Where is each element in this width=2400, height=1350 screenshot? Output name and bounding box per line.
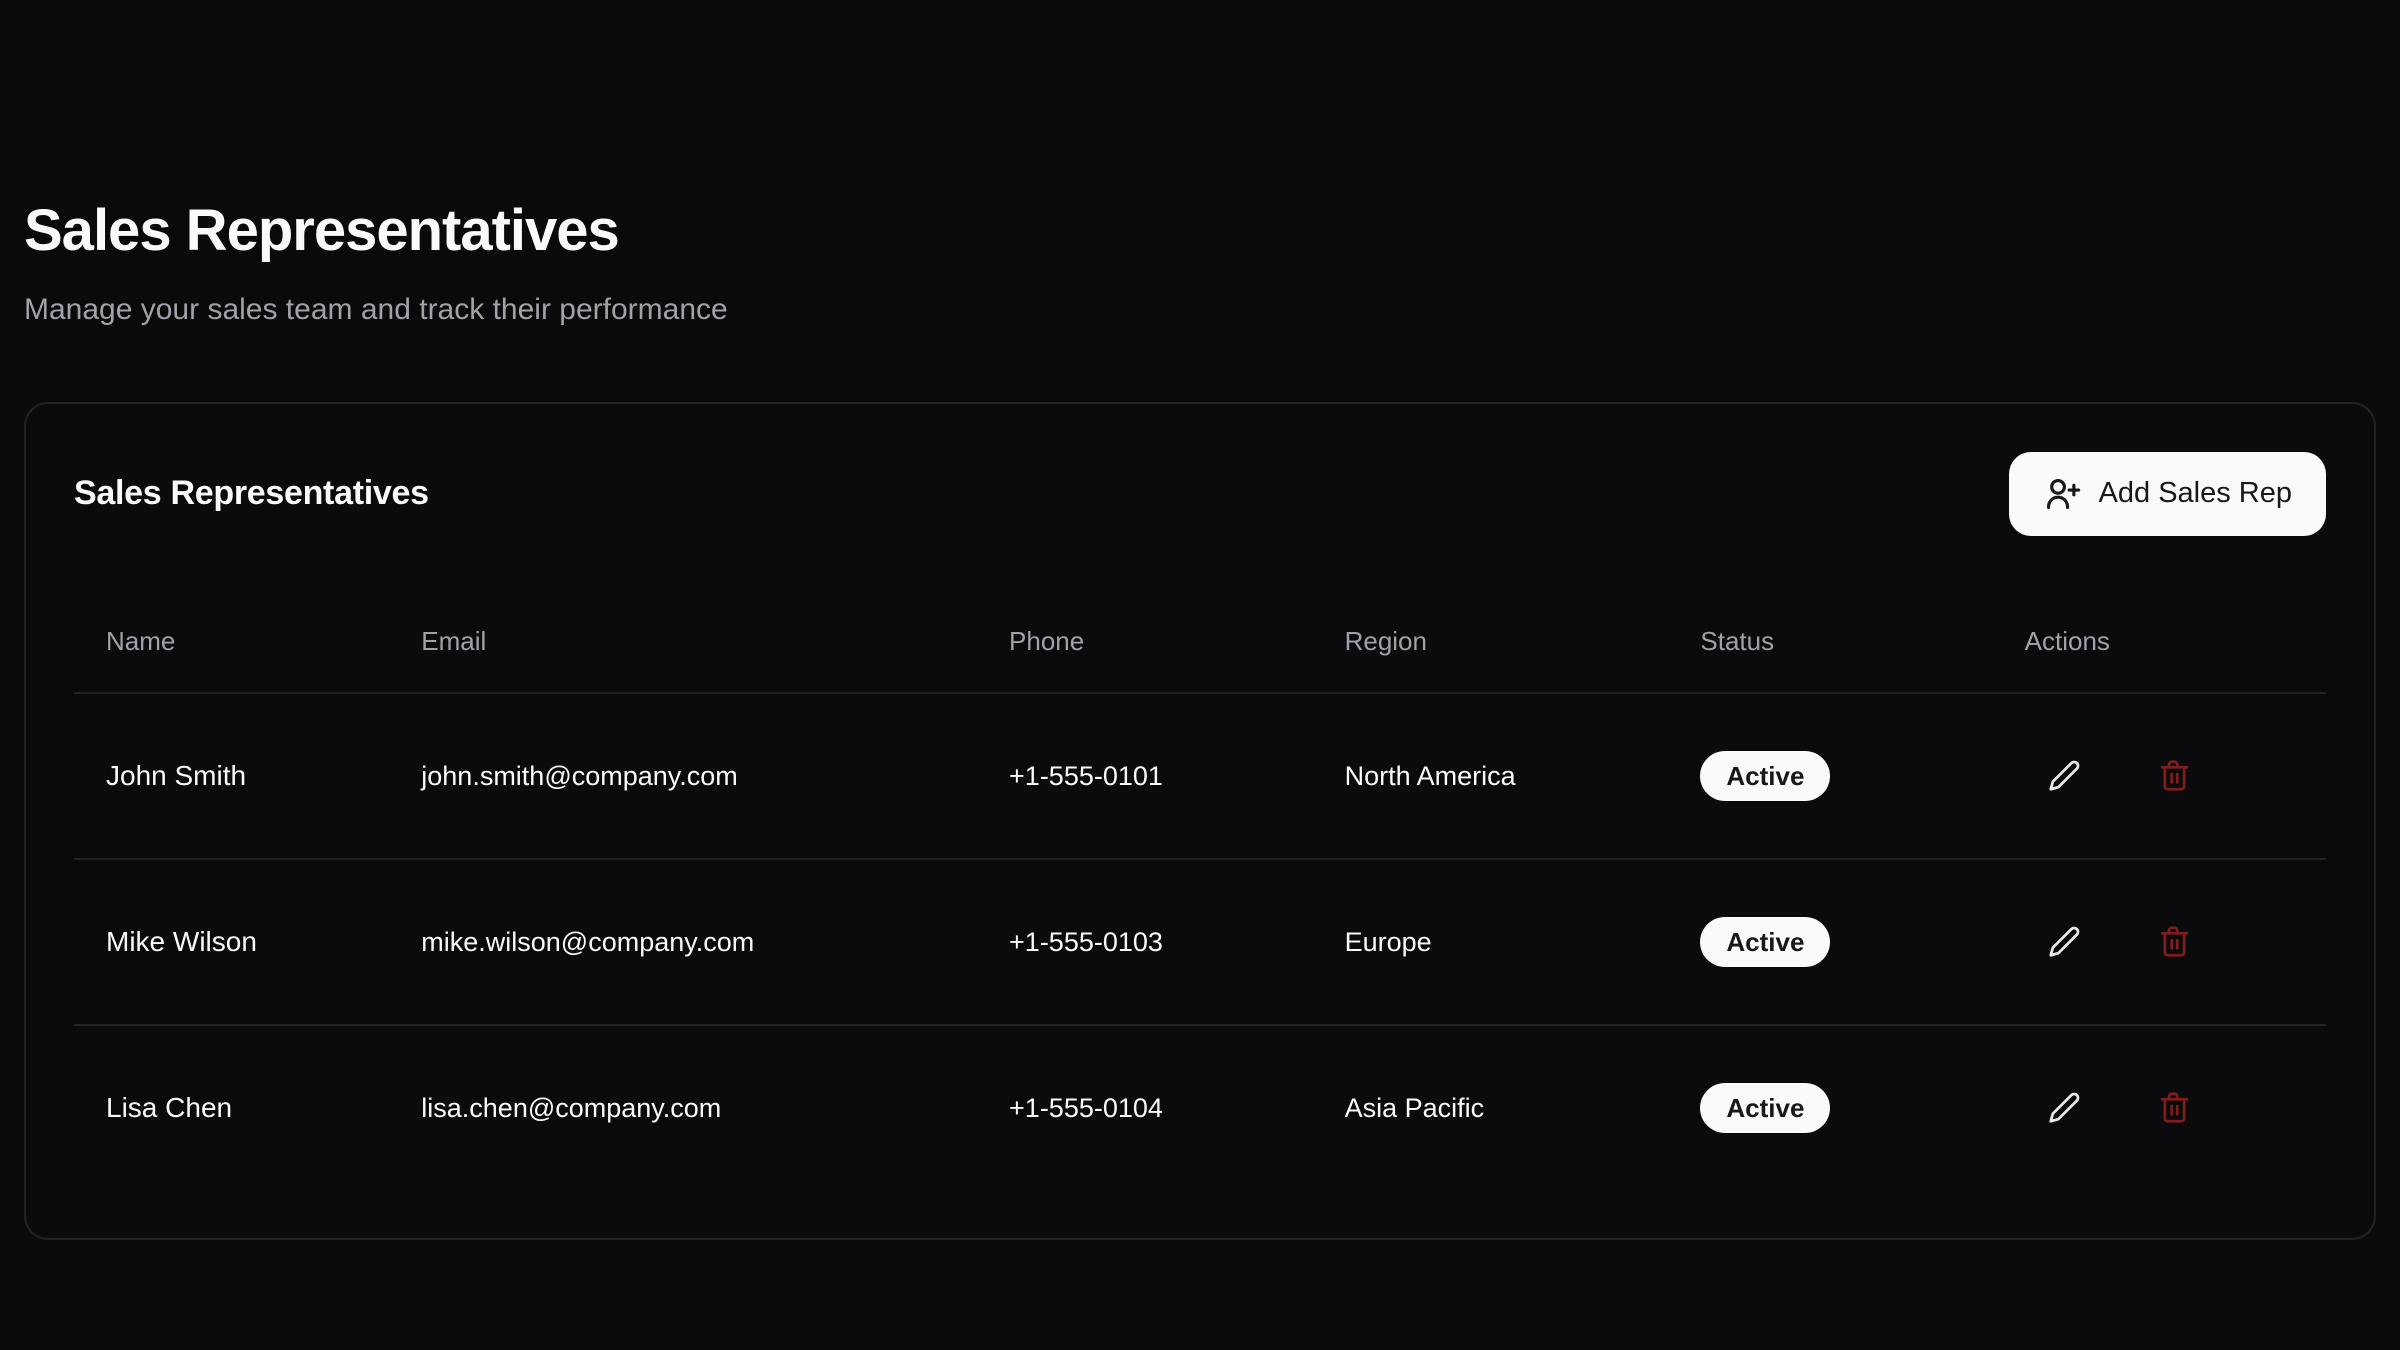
delete-button[interactable] [2154,922,2194,962]
card-header: Sales Representatives Add Sales Rep [74,452,2326,536]
email-cell: lisa.chen@company.com [389,1025,977,1190]
phone-cell: +1-555-0104 [977,1025,1313,1190]
actions-cell [1993,693,2326,859]
table-row: Mike Wilson mike.wilson@company.com +1-5… [74,859,2326,1025]
status-badge: Active [1700,917,1830,967]
delete-button[interactable] [2154,756,2194,796]
pencil-icon [2048,759,2081,792]
column-header-actions: Actions [1993,552,2326,693]
name-cell: Mike Wilson [74,859,389,1025]
trash-icon [2158,925,2191,958]
status-cell: Active [1668,1025,1992,1190]
actions-cell [1993,1025,2326,1190]
edit-button[interactable] [2045,756,2085,796]
edit-button[interactable] [2045,1088,2085,1128]
phone-cell: +1-555-0103 [977,859,1313,1025]
add-sales-rep-button[interactable]: Add Sales Rep [2009,452,2326,536]
phone-cell: +1-555-0101 [977,693,1313,859]
table-header-row: Name Email Phone Region Status Actions [74,552,2326,693]
delete-button[interactable] [2154,1088,2194,1128]
sales-reps-table: Name Email Phone Region Status Actions J… [74,552,2326,1190]
actions-cell [1993,859,2326,1025]
name-cell: Lisa Chen [74,1025,389,1190]
trash-icon [2158,759,2191,792]
status-cell: Active [1668,859,1992,1025]
region-cell: North America [1313,693,1669,859]
page: Sales Representatives Manage your sales … [0,0,2400,1240]
column-header-status: Status [1668,552,1992,693]
column-header-name: Name [74,552,389,693]
edit-button[interactable] [2045,922,2085,962]
card-title: Sales Representatives [74,474,429,513]
page-title: Sales Representatives [24,196,2376,266]
table-row: Lisa Chen lisa.chen@company.com +1-555-0… [74,1025,2326,1190]
column-header-email: Email [389,552,977,693]
status-badge: Active [1700,751,1830,801]
region-cell: Asia Pacific [1313,1025,1669,1190]
column-header-region: Region [1313,552,1669,693]
status-badge: Active [1700,1083,1830,1133]
column-header-phone: Phone [977,552,1313,693]
pencil-icon [2048,925,2081,958]
trash-icon [2158,1091,2191,1124]
status-cell: Active [1668,693,1992,859]
page-subtitle: Manage your sales team and track their p… [24,290,2376,330]
region-cell: Europe [1313,859,1669,1025]
email-cell: mike.wilson@company.com [389,859,977,1025]
pencil-icon [2048,1091,2081,1124]
user-plus-icon [2043,475,2081,513]
table-row: John Smith john.smith@company.com +1-555… [74,693,2326,859]
name-cell: John Smith [74,693,389,859]
email-cell: john.smith@company.com [389,693,977,859]
sales-reps-card: Sales Representatives Add Sales Rep Name [24,402,2376,1240]
add-button-label: Add Sales Rep [2099,477,2292,510]
